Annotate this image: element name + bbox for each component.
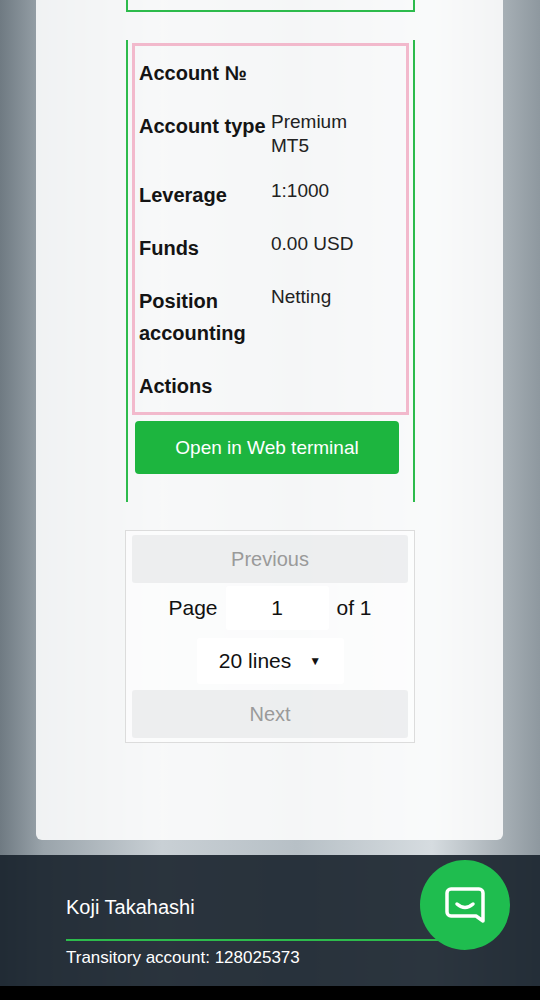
- row-label: Funds: [139, 232, 271, 264]
- row-value: 1:1000: [271, 179, 375, 211]
- footer-divider: [66, 939, 475, 941]
- lines-select[interactable]: 20 lines ▼: [197, 638, 344, 684]
- row-value: [271, 370, 375, 402]
- row-label: Account №: [139, 57, 271, 89]
- content-panel: Account №Account typePremium MT5Leverage…: [36, 0, 503, 840]
- previous-button[interactable]: Previous: [132, 535, 408, 583]
- account-row: Funds0.00 USD: [139, 221, 406, 274]
- page-input[interactable]: 1: [226, 586, 329, 630]
- next-label: Next: [249, 703, 290, 726]
- row-value: 0.00 USD: [271, 232, 375, 264]
- account-row: Leverage1:1000: [139, 168, 406, 221]
- row-label: Actions: [139, 370, 271, 402]
- system-nav-bar: [0, 986, 540, 1000]
- of-label: of 1: [337, 596, 372, 620]
- account-row: Account typePremium MT5: [139, 99, 406, 168]
- account-row: Position accountingNetting: [139, 274, 406, 359]
- page-row: Page 1 of 1: [168, 586, 371, 630]
- pagination: Previous Page 1 of 1 20 lines ▼ Next: [125, 530, 415, 743]
- row-label: Leverage: [139, 179, 271, 211]
- previous-label: Previous: [231, 548, 309, 571]
- page-label: Page: [168, 596, 217, 620]
- previous-account-card: [126, 0, 415, 12]
- lines-label: 20 lines: [219, 649, 291, 673]
- account-row: Actions: [139, 359, 406, 412]
- row-label: Position accounting: [139, 285, 271, 349]
- row-value: Netting: [271, 285, 375, 349]
- chat-button[interactable]: [420, 860, 510, 950]
- chat-icon: [443, 883, 487, 927]
- account-table: Account №Account typePremium MT5Leverage…: [132, 43, 409, 415]
- next-button[interactable]: Next: [132, 690, 408, 738]
- account-card: Account №Account typePremium MT5Leverage…: [126, 40, 415, 502]
- dropdown-arrow-icon: ▼: [309, 654, 321, 668]
- open-web-terminal-button[interactable]: Open in Web terminal: [135, 421, 399, 474]
- account-row: Account №: [139, 46, 406, 99]
- row-label: Account type: [139, 110, 271, 158]
- row-value: Premium MT5: [271, 110, 375, 158]
- page: Account №Account typePremium MT5Leverage…: [0, 0, 540, 1000]
- account-info: Transitory account: 128025373: [66, 947, 540, 969]
- row-value: [271, 57, 375, 89]
